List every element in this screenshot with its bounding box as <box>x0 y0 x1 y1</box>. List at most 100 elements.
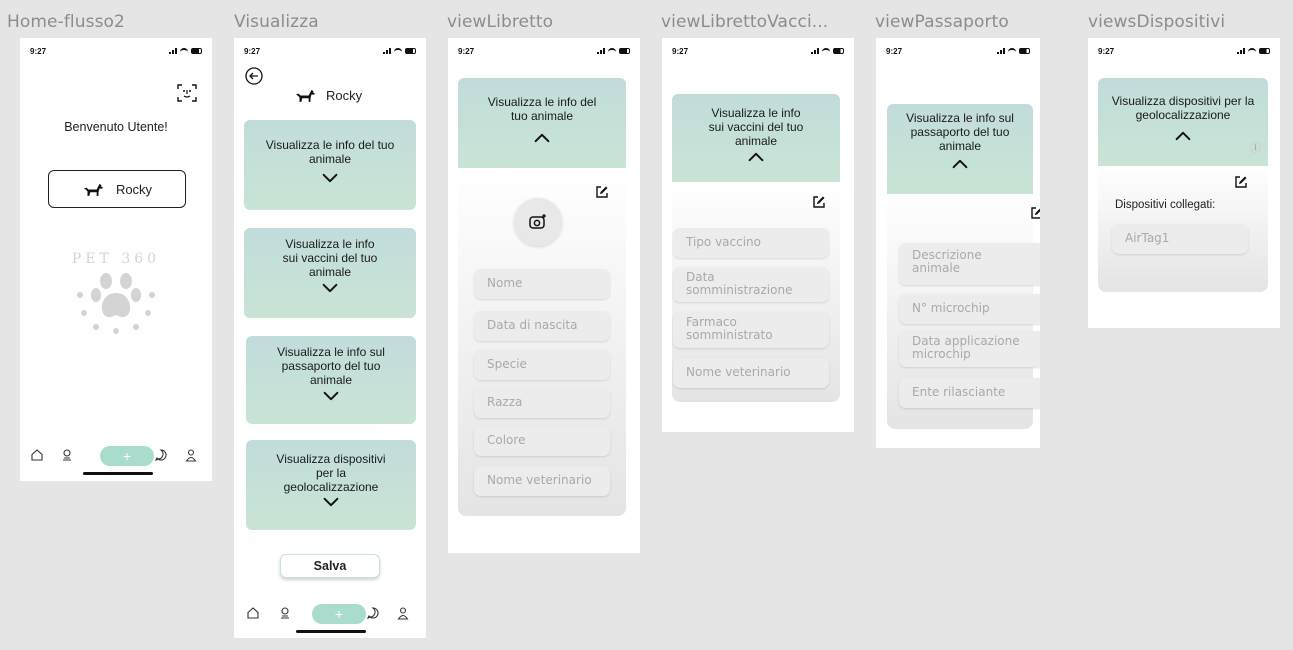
pet-header: Rocky <box>294 88 362 103</box>
frame-title-home: Home-flusso2 <box>7 12 125 32</box>
chevron-up-icon <box>952 159 968 169</box>
chat-icon[interactable] <box>154 448 168 462</box>
status-time: 9:27 <box>886 47 903 56</box>
field-nome-veterinario[interactable]: Nome veterinario <box>673 358 829 388</box>
card-vaccini[interactable]: Visualizza le info sui vaccini del tuo a… <box>244 228 416 318</box>
logo-text: PET 360 <box>72 251 160 267</box>
chevron-down-icon <box>323 497 339 507</box>
wifi-icon <box>180 48 188 54</box>
signal-icon <box>597 48 605 54</box>
user-icon[interactable] <box>184 448 198 462</box>
chevron-up-icon <box>1175 131 1191 141</box>
field-nome-veterinario[interactable]: Nome veterinario <box>474 466 610 496</box>
status-bar: 9:27 <box>244 47 416 59</box>
add-photo-icon <box>529 214 546 229</box>
edit-icon[interactable] <box>1030 206 1040 220</box>
home-icon[interactable] <box>246 606 260 620</box>
battery-icon <box>619 48 630 54</box>
status-bar: 9:27 <box>30 47 202 59</box>
dispositivi-frame: 9:27 Visualizza dispositivi per la geolo… <box>1088 38 1280 328</box>
status-time: 9:27 <box>1098 47 1115 56</box>
status-bar: 9:27 <box>672 47 844 59</box>
wifi-icon <box>1248 48 1256 54</box>
signal-icon <box>383 48 391 54</box>
card-vaccini-label: Visualizza le info sui vaccini del tuo a… <box>282 237 378 279</box>
status-bar: 9:27 <box>458 47 630 59</box>
field-tipo-vaccino[interactable]: Tipo vaccino <box>673 228 829 258</box>
signal-icon <box>169 48 177 54</box>
back-arrow-icon[interactable] <box>245 67 263 85</box>
pet-button[interactable]: Rocky <box>48 170 186 208</box>
edit-icon[interactable] <box>595 185 609 199</box>
status-time: 9:27 <box>672 47 689 56</box>
map-pin-icon[interactable] <box>278 606 292 620</box>
pet-button-label: Rocky <box>115 181 153 197</box>
frame-title-visualizza: Visualizza <box>234 12 319 32</box>
face-scan-icon[interactable] <box>177 84 197 102</box>
map-pin-icon[interactable] <box>60 448 74 462</box>
card-passaporto[interactable]: Visualizza le info sul passaporto del tu… <box>246 336 416 424</box>
field-nome[interactable]: Nome <box>474 269 610 299</box>
header-card[interactable]: Visualizza le info del tuo animale <box>458 78 626 168</box>
field-descrizione-animale[interactable]: Descrizione animale <box>899 243 1040 285</box>
header-card[interactable]: Visualizza le info sul passaporto del tu… <box>887 104 1033 194</box>
vaccini-frame: 9:27 Visualizza le info sui vaccini del … <box>662 38 854 432</box>
photo-button[interactable] <box>514 198 562 246</box>
home-indicator <box>83 472 153 475</box>
battery-icon <box>833 48 844 54</box>
header-card[interactable]: Visualizza le info sui vaccini del tuo a… <box>672 94 840 182</box>
card-dispositivi-label: Visualizza dispositivi per la geolocaliz… <box>276 452 386 494</box>
chat-icon[interactable] <box>366 606 380 620</box>
header-card-label: Visualizza le info del tuo animale <box>487 95 597 123</box>
edit-icon[interactable] <box>1234 175 1248 189</box>
chevron-down-icon <box>322 173 338 183</box>
wifi-icon <box>608 48 616 54</box>
home-frame: 9:27 Benvenuto Utente! Rocky PET 360 + <box>20 38 212 481</box>
pet360-logo-icon: PET 360 <box>72 251 160 334</box>
chevron-up-icon <box>748 152 764 162</box>
edit-icon[interactable] <box>812 195 826 209</box>
card-passaporto-label: Visualizza le info sul passaporto del tu… <box>277 345 385 387</box>
header-card[interactable]: Visualizza dispositivi per la geolocaliz… <box>1098 78 1268 166</box>
field-colore[interactable]: Colore <box>474 426 610 456</box>
frame-title-dispositivi: viewsDispositivi <box>1088 12 1226 32</box>
save-button[interactable]: Salva <box>280 554 380 578</box>
battery-icon <box>405 48 416 54</box>
add-button[interactable]: + <box>100 446 154 466</box>
field-specie[interactable]: Specie <box>474 350 610 380</box>
field-ente-rilasciante[interactable]: Ente rilasciante <box>899 378 1040 408</box>
field-data-somministrazione[interactable]: Data somministrazione <box>673 267 829 302</box>
field-data-nascita[interactable]: Data di nascita <box>474 311 610 341</box>
field-farmaco-somministrato[interactable]: Farmaco somministrato <box>673 312 829 348</box>
signal-icon <box>811 48 819 54</box>
status-bar: 9:27 <box>1098 47 1270 59</box>
info-icon[interactable]: i <box>1250 142 1261 153</box>
card-dispositivi[interactable]: Visualizza dispositivi per la geolocaliz… <box>246 440 416 530</box>
battery-icon <box>191 48 202 54</box>
user-icon[interactable] <box>396 606 410 620</box>
header-card-label: Visualizza le info sui vaccini del tuo a… <box>708 106 804 148</box>
battery-icon <box>1019 48 1030 54</box>
field-razza[interactable]: Razza <box>474 388 610 418</box>
signal-icon <box>997 48 1005 54</box>
home-icon[interactable] <box>30 448 44 462</box>
card-info-label: Visualizza le info del tuo animale <box>265 138 395 166</box>
add-button[interactable]: + <box>312 604 366 624</box>
device-airtag1[interactable]: AirTag1 <box>1112 224 1248 254</box>
header-card-label: Visualizza dispositivi per la geolocaliz… <box>1111 94 1255 122</box>
chevron-down-icon <box>323 391 339 401</box>
welcome-text: Benvenuto Utente! <box>64 120 168 134</box>
field-data-applicazione-microchip[interactable]: Data applicazione microchip <box>899 331 1040 367</box>
signal-icon <box>1237 48 1245 54</box>
field-microchip[interactable]: N° microchip <box>899 294 1040 324</box>
wifi-icon <box>822 48 830 54</box>
frame-title-libretto: viewLibretto <box>447 12 554 32</box>
pet-name: Rocky <box>326 88 363 103</box>
header-card-label: Visualizza le info sul passaporto del tu… <box>906 111 1014 153</box>
battery-icon <box>1259 48 1270 54</box>
card-info-animale[interactable]: Visualizza le info del tuo animale <box>244 120 416 210</box>
chevron-up-icon <box>534 133 550 143</box>
frame-title-vaccini: viewLibrettoVacci... <box>661 12 829 32</box>
home-indicator <box>296 630 366 633</box>
wifi-icon <box>1008 48 1016 54</box>
